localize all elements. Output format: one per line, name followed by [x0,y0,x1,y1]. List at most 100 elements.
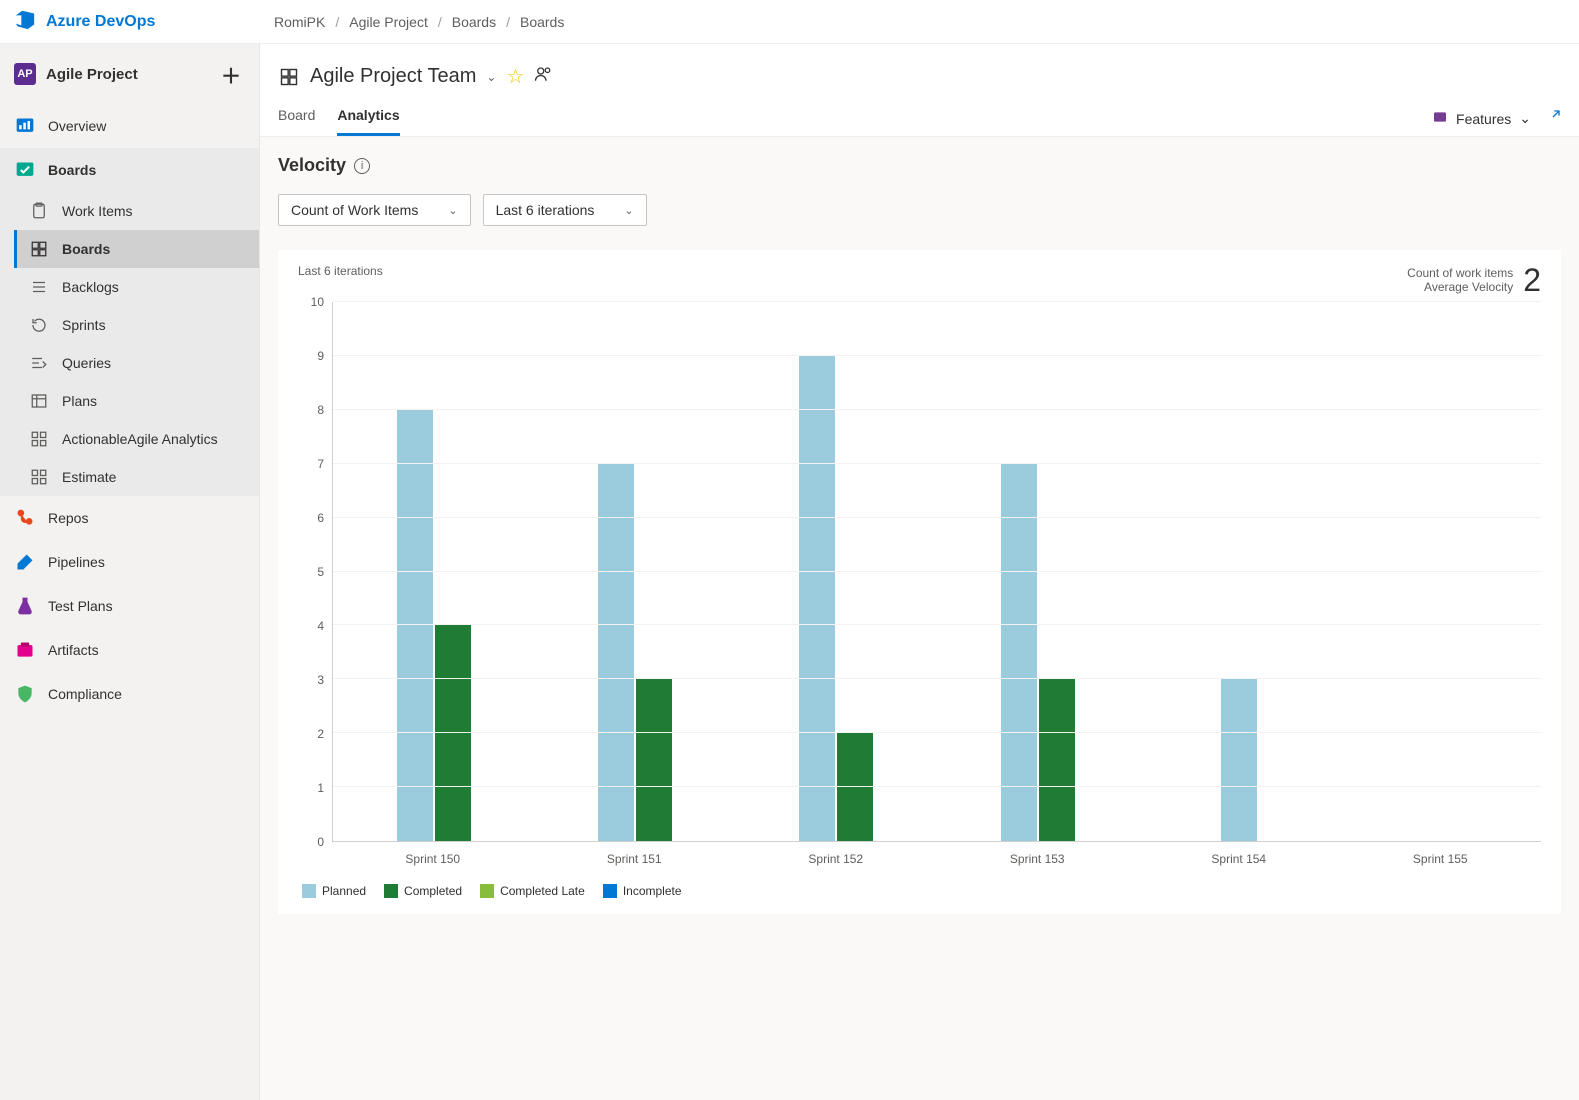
sidebar-item-pipelines[interactable]: Pipelines [0,540,259,584]
sidebar-item-label: Test Plans [48,598,113,614]
y-tick: 6 [317,511,324,525]
bar-group [1340,302,1541,841]
breadcrumb-segment[interactable]: Boards [452,14,496,30]
sidebar-item-queries[interactable]: Queries [14,344,259,382]
page-header: Agile Project Team ⌄ ☆ Board Analytics F… [260,44,1579,137]
y-tick: 9 [317,349,324,363]
metric-dropdown[interactable]: Count of Work Items ⌄ [278,194,471,226]
brand-logo[interactable]: Azure DevOps [14,8,274,35]
sidebar-item-boards[interactable]: Boards [0,148,259,192]
kpi-label-1: Count of work items [1407,266,1513,280]
people-icon[interactable] [534,65,552,89]
bar-completed[interactable] [435,625,471,841]
velocity-card: Last 6 iterations Count of work items Av… [278,250,1561,914]
sidebar-item-overview[interactable]: Overview [0,104,259,148]
bar-planned[interactable] [799,356,835,841]
pipelines-icon [14,552,36,572]
sidebar-item-label: Artifacts [48,642,99,658]
info-icon[interactable]: i [354,158,370,174]
bar-completed[interactable] [1039,679,1075,841]
y-tick: 0 [317,835,324,849]
y-tick: 4 [317,619,324,633]
sidebar-item-label: Queries [62,355,111,371]
sidebar-item-workitems[interactable]: Work Items [14,192,259,230]
sidebar-item-label: Repos [48,510,88,526]
team-icon [278,67,300,87]
sidebar-item-label: Compliance [48,686,122,702]
bar-planned[interactable] [598,464,634,841]
y-tick: 7 [317,457,324,471]
y-tick: 10 [311,295,324,309]
metric-value: Count of Work Items [291,202,418,218]
breadcrumb-segment[interactable]: Agile Project [349,14,428,30]
team-name: Agile Project Team [310,65,476,88]
sidebar-item-label: Estimate [62,469,116,485]
sidebar-item-label: ActionableAgile Analytics [62,431,218,447]
content-area: Velocity i Count of Work Items ⌄ Last 6 … [260,137,1579,1100]
chevron-down-icon: ⌄ [486,70,496,84]
legend-item-incomplete: Incomplete [603,884,682,898]
bar-group [534,302,735,841]
range-dropdown[interactable]: Last 6 iterations ⌄ [483,194,647,226]
brand-text: Azure DevOps [46,13,155,31]
team-selector[interactable]: Agile Project Team ⌄ ☆ [278,64,1561,89]
legend-item-completed-late: Completed Late [480,884,585,898]
bar-group [736,302,937,841]
bar-completed[interactable] [636,679,672,841]
grid-icon [28,468,50,486]
breadcrumb-separator: / [438,14,442,30]
sidebar-item-testplans[interactable]: Test Plans [0,584,259,628]
bar-planned[interactable] [397,410,433,841]
chart-plot-area [332,302,1541,842]
x-tick: Sprint 151 [534,842,736,866]
chart-y-axis: 012345678910 [298,302,332,842]
plans-icon [28,392,50,410]
repos-icon [14,508,36,528]
backlog-level-icon [1432,109,1448,128]
sprint-icon [28,316,50,334]
tabs: Board Analytics [278,107,400,136]
project-avatar: AP [14,63,36,85]
star-icon[interactable]: ☆ [506,64,524,89]
velocity-chart: 012345678910 [298,302,1541,842]
grid-icon [28,430,50,448]
sidebar-item-backlogs[interactable]: Backlogs [14,268,259,306]
shield-icon [14,684,36,704]
queries-icon [28,354,50,372]
bar-group [937,302,1138,841]
boards-icon [14,160,36,180]
tab-board[interactable]: Board [278,107,315,136]
kpi-value: 2 [1523,264,1541,296]
chart-legend: Planned Completed Completed Late Incompl… [298,884,1541,898]
sidebar-item-label: Work Items [62,203,133,219]
y-tick: 3 [317,673,324,687]
chart-x-axis: Sprint 150Sprint 151Sprint 152Sprint 153… [332,842,1541,866]
breadcrumb-segment[interactable]: RomiPK [274,14,325,30]
sidebar-item-plans[interactable]: Plans [14,382,259,420]
page-title-row: Velocity i [278,155,1561,176]
sidebar-item-repos[interactable]: Repos [0,496,259,540]
bar-planned[interactable] [1221,679,1257,841]
project-selector[interactable]: AP Agile Project ＋ [0,44,259,104]
kanban-icon [28,240,50,258]
sidebar-item-label: Backlogs [62,279,119,295]
range-value: Last 6 iterations [496,202,595,218]
overview-icon [14,116,36,136]
bar-planned[interactable] [1001,464,1037,841]
breadcrumb-segment[interactable]: Boards [520,14,564,30]
features-dropdown[interactable]: Features ⌄ [1432,109,1531,128]
artifacts-icon [14,640,36,660]
sidebar-item-label: Boards [62,241,110,257]
sidebar-item-actionableagile[interactable]: ActionableAgile Analytics [14,420,259,458]
fullscreen-icon[interactable] [1545,109,1561,128]
sidebar-item-estimate[interactable]: Estimate [14,458,259,496]
add-icon[interactable]: ＋ [217,60,245,88]
sidebar-item-label: Overview [48,118,106,134]
page-title: Velocity [278,155,346,176]
sidebar-item-boards-sub[interactable]: Boards [14,230,259,268]
sidebar-item-artifacts[interactable]: Artifacts [0,628,259,672]
sidebar-item-sprints[interactable]: Sprints [14,306,259,344]
x-tick: Sprint 150 [332,842,534,866]
sidebar-item-compliance[interactable]: Compliance [0,672,259,716]
tab-analytics[interactable]: Analytics [337,107,399,136]
